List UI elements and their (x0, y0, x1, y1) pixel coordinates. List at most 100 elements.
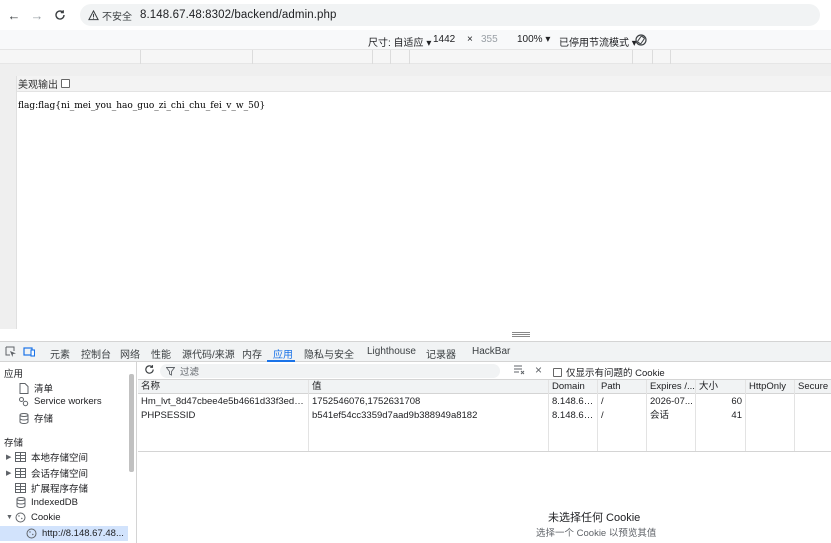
application-sidebar: 应用 清单 Service workers 存储 存储 ▶ 本地存储空间 ▶ 会… (0, 362, 137, 543)
column-divider (308, 380, 309, 451)
col-httponly[interactable]: HttpOnly (746, 380, 795, 394)
tab-hackbar[interactable]: HackBar (472, 346, 510, 357)
col-path[interactable]: Path (598, 380, 647, 394)
delete-all-icon[interactable]: × (535, 363, 542, 377)
sidebar-header-application: 应用 (4, 369, 24, 380)
tab-network[interactable]: 网络 (120, 346, 140, 361)
rotate-icon[interactable] (634, 33, 648, 50)
viewport-resizer[interactable] (0, 329, 831, 341)
only-problem-cookies-toggle[interactable]: 仅显示有问题的 Cookie (553, 365, 665, 379)
height-input[interactable]: 355 (477, 33, 502, 47)
sidebar-header-storage: 存储 (4, 438, 24, 449)
sidebar-item-service-workers[interactable]: Service workers (18, 396, 102, 407)
table-icon (15, 483, 26, 494)
tab-sources[interactable]: 源代码/来源 (182, 346, 235, 361)
tab-privacy-security[interactable]: 隐私与安全 (304, 346, 354, 361)
cell-expires: 会话 (647, 409, 696, 423)
dimensions-select[interactable]: 尺寸: 自适应 ▾ (368, 34, 431, 49)
pretty-print-bar: 美观输出 (17, 76, 831, 92)
zoom-select[interactable]: 100% ▾ (517, 34, 550, 45)
table-header: 名称 值 Domain Path Expires /... 大小 HttpOnl… (138, 380, 831, 394)
devtools-tabbar: 元素 控制台 网络 性能 源代码/来源 内存 应用 隐私与安全 Lighthou… (0, 341, 831, 362)
cell-domain: 8.148.67.... (549, 395, 598, 409)
resize-grip-icon[interactable] (512, 332, 530, 337)
throttle-select[interactable]: 已停用节流模式 ▾ (559, 34, 637, 49)
media-query-ruler (0, 50, 831, 64)
cell-size: 60 (696, 395, 746, 409)
expand-triangle-icon[interactable]: ▶ (6, 453, 15, 461)
cookie-icon (26, 528, 37, 539)
tab-performance[interactable]: 性能 (151, 346, 171, 361)
inspect-icon[interactable] (5, 346, 17, 358)
times-sign: × (467, 34, 473, 45)
table-icon (15, 452, 26, 463)
forward-icon[interactable]: → (28, 6, 46, 24)
device-toolbar: 尺寸: 自适应 ▾ 1442 × 355 100% ▾ 已停用节流模式 ▾ (0, 30, 831, 50)
col-domain[interactable]: Domain (549, 380, 598, 394)
column-divider (794, 380, 795, 451)
gears-icon (18, 396, 29, 407)
database-icon (15, 497, 26, 508)
pretty-print-label: 美观输出 (18, 80, 58, 91)
reload-icon[interactable] (51, 6, 69, 24)
cell-value: b541ef54cc3359d7aad9b388949a8182 (309, 409, 549, 423)
refresh-icon[interactable] (144, 364, 155, 378)
url-text[interactable]: 8.148.67.48:8302/backend/admin.php (140, 9, 337, 21)
collapse-triangle-icon[interactable]: ▼ (6, 514, 15, 521)
address-bar: ← → 不安全 8.148.67.48:8302/backend/admin.p… (0, 0, 831, 30)
col-expires[interactable]: Expires /... (647, 380, 696, 394)
only-problem-checkbox[interactable] (553, 367, 562, 377)
cell-path: / (598, 395, 647, 409)
col-value[interactable]: 值 (309, 380, 549, 394)
tab-application[interactable]: 应用 (273, 346, 293, 361)
col-name[interactable]: 名称 (138, 380, 309, 394)
cell-name: PHPSESSID (138, 409, 309, 423)
cell-domain: 8.148.67.... (549, 409, 598, 423)
pretty-print-checkbox[interactable] (61, 79, 70, 88)
table-row[interactable]: PHPSESSID b541ef54cc3359d7aad9b388949a81… (138, 409, 831, 423)
column-divider (745, 380, 746, 451)
flag-text: flag:flag{ni_mei_you_hao_guo_zi_chi_chu_… (18, 101, 266, 111)
cell-path: / (598, 409, 647, 423)
sidebar-item-indexeddb[interactable]: IndexedDB (15, 497, 78, 508)
table-bottom-border (138, 451, 831, 452)
cell-size: 41 (696, 409, 746, 423)
back-icon[interactable]: ← (5, 6, 23, 24)
omnibox[interactable]: 不安全 8.148.67.48:8302/backend/admin.php (80, 4, 820, 26)
sidebar-item-session-storage[interactable]: ▶ 会话存储空间 (6, 466, 88, 480)
device-toggle-icon[interactable] (23, 346, 35, 358)
tab-console[interactable]: 控制台 (81, 346, 111, 361)
sidebar-scrollbar[interactable] (129, 374, 134, 472)
tab-memory[interactable]: 内存 (242, 346, 262, 361)
col-secure[interactable]: Secure (795, 380, 831, 394)
cookie-icon (15, 512, 26, 523)
table-row[interactable]: Hm_lvt_8d47cbee4e5b4661d33f3edc6... 1752… (138, 395, 831, 409)
sidebar-item-manifest[interactable]: 清单 (18, 381, 53, 395)
security-label: 不安全 (102, 11, 132, 23)
emulated-viewport: 美观输出 flag:flag{ni_mei_you_hao_guo_zi_chi… (16, 76, 831, 339)
cookie-filter-input[interactable]: 过滤 (160, 364, 500, 378)
viewport-gap (0, 64, 831, 76)
document-icon (18, 382, 29, 394)
clear-filtered-icon[interactable] (513, 364, 525, 378)
sidebar-item-local-storage[interactable]: ▶ 本地存储空间 (6, 450, 88, 464)
col-size[interactable]: 大小 (696, 380, 746, 394)
tab-lighthouse[interactable]: Lighthouse (367, 346, 416, 357)
sidebar-item-storage[interactable]: 存储 (18, 411, 53, 425)
cell-secure (795, 395, 831, 409)
caret-down-icon: ▾ (545, 34, 551, 45)
cell-secure (795, 409, 831, 423)
no-cookie-selected-subtitle: 选择一个 Cookie 以预览其值 (536, 528, 657, 539)
column-divider (597, 380, 598, 451)
sidebar-item-extension-storage[interactable]: 扩展程序存储 (15, 481, 88, 495)
security-chip[interactable]: 不安全 (88, 8, 132, 23)
tab-recorder[interactable]: 记录器 (426, 346, 456, 361)
column-divider (548, 380, 549, 451)
cell-name: Hm_lvt_8d47cbee4e5b4661d33f3edc6... (138, 395, 309, 409)
sidebar-item-cookies[interactable]: ▼ Cookie (6, 512, 61, 523)
sidebar-item-cookie-origin[interactable]: http://8.148.67.48... (0, 526, 128, 541)
column-divider (695, 380, 696, 451)
expand-triangle-icon[interactable]: ▶ (6, 469, 15, 477)
width-input[interactable]: 1442 (429, 33, 459, 47)
tab-elements[interactable]: 元素 (50, 346, 70, 361)
